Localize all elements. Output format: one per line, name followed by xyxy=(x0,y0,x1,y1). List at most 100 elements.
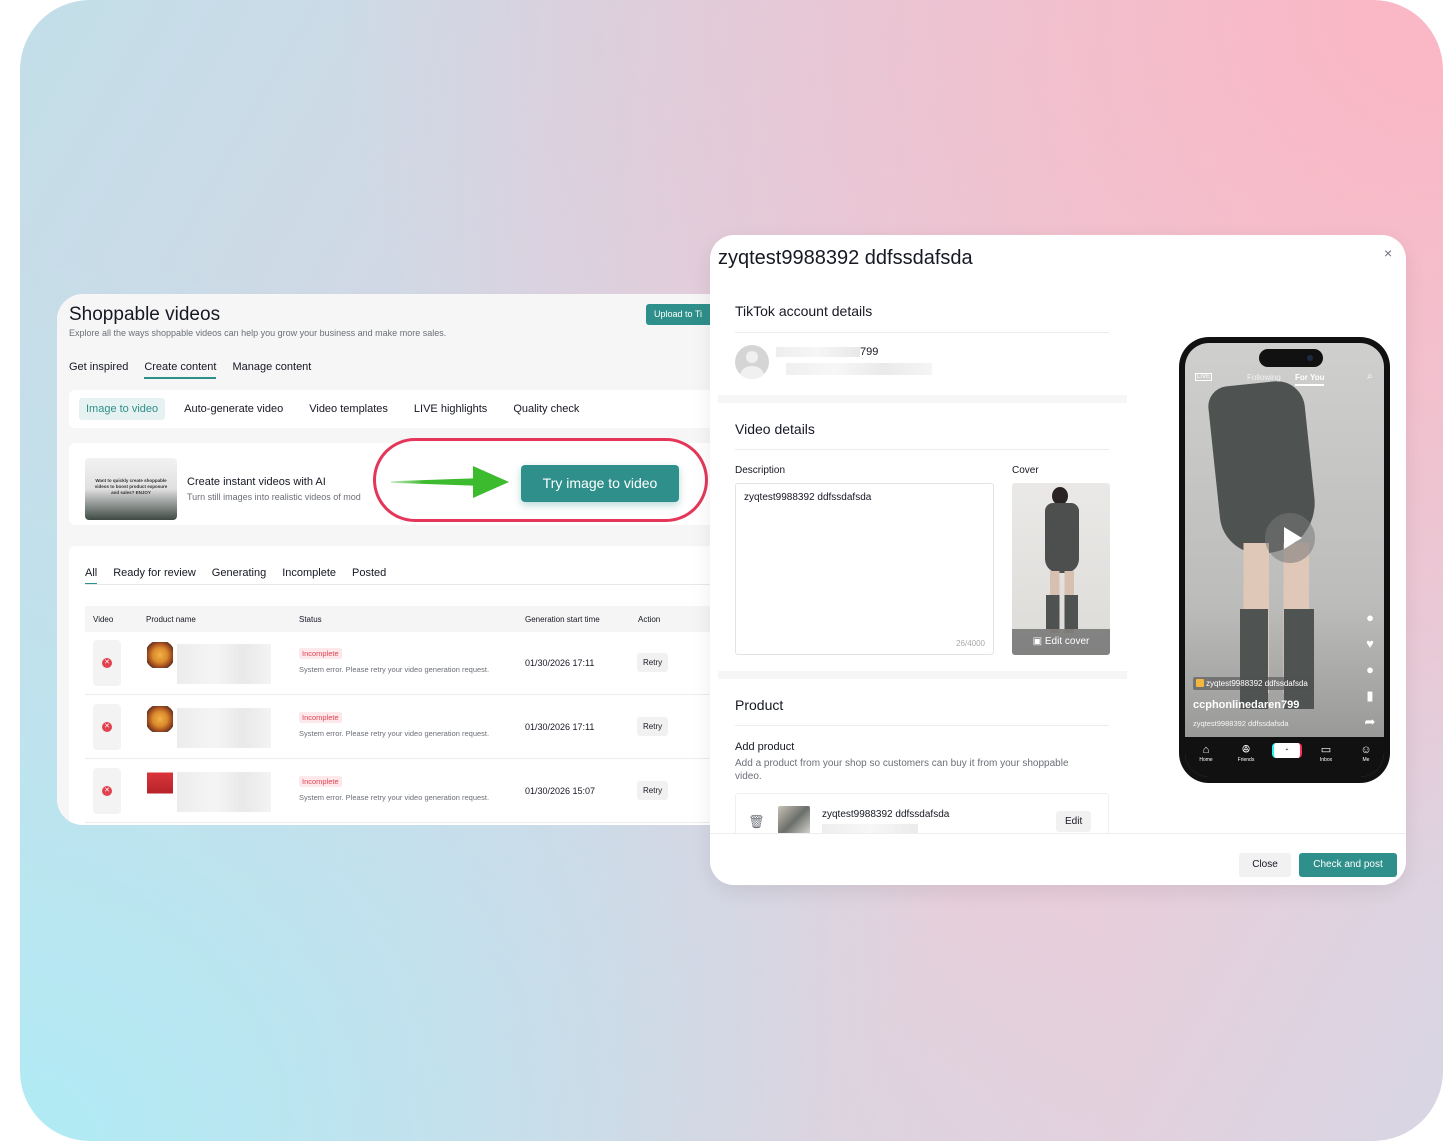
table-header: Video Product name Status Generation sta… xyxy=(85,606,725,632)
cover-model-socks xyxy=(1046,595,1078,629)
status-badge: Incomplete xyxy=(299,648,342,659)
divider xyxy=(735,725,1109,726)
status-tab-all[interactable]: All xyxy=(85,567,98,585)
phone-tab-for-you: For You xyxy=(1295,373,1325,386)
post-video-dialog: zyqtest9988392 ddfssdafsda × TikTok acco… xyxy=(710,235,1406,885)
product-thumbnail xyxy=(778,806,810,836)
subtab-auto-generate-video[interactable]: Auto-generate video xyxy=(171,398,296,420)
subtab-quality-check[interactable]: Quality check xyxy=(500,398,592,420)
image-icon: ▣ xyxy=(1032,636,1045,647)
close-button[interactable]: Close xyxy=(1239,853,1291,877)
phone-side-actions: ● ♥ ● ▮ ➦ xyxy=(1361,605,1379,735)
promo-title: Create instant videos with AI xyxy=(187,476,326,488)
error-icon: ✕ xyxy=(102,786,112,796)
product-name-redacted xyxy=(177,644,271,684)
edit-cover-label: Edit cover xyxy=(1044,636,1090,647)
phone-caption: zyqtest9988392 ddfssdafsda ccphonlinedar… xyxy=(1193,673,1363,728)
live-icon: LIVE xyxy=(1195,373,1213,381)
status-error-text: System error. Please retry your video ge… xyxy=(299,665,490,674)
dialog-footer: Close Check and post xyxy=(710,833,1406,885)
tab-manage-content[interactable]: Manage content xyxy=(232,361,311,379)
product-thumbnail xyxy=(147,642,173,668)
account-handle-redacted xyxy=(786,363,932,375)
nav-me: ☺ Me xyxy=(1351,743,1381,763)
edit-product-button[interactable]: Edit xyxy=(1056,811,1092,832)
promo-thumbnail[interactable]: Want to quickly create shoppable videos … xyxy=(85,458,177,520)
play-icon[interactable] xyxy=(1265,513,1315,563)
character-count: 26/4000 xyxy=(956,639,985,648)
nav-inbox-label: Inbox xyxy=(1319,757,1333,763)
panel-body: Shoppable videos Explore all the ways sh… xyxy=(57,294,727,825)
subtab-live-highlights[interactable]: LIVE highlights xyxy=(401,398,500,420)
video-cell[interactable]: ✕ xyxy=(93,704,121,750)
sub-tabs-bar: Image to video Auto-generate video Video… xyxy=(69,390,727,428)
phone-username: ccphonlinedaren799 xyxy=(1193,699,1300,711)
product-name-redacted xyxy=(177,708,271,748)
description-label: Description xyxy=(735,465,786,476)
account-section-title: TikTok account details xyxy=(735,303,873,319)
product-name: zyqtest9988392 ddfssdafsda xyxy=(822,809,950,820)
error-icon: ✕ xyxy=(102,722,112,732)
column-action: Action xyxy=(638,615,661,624)
heart-icon: ♥ xyxy=(1366,636,1374,651)
status-tab-generating[interactable]: Generating xyxy=(212,567,266,585)
divider xyxy=(85,584,725,585)
phone-notch xyxy=(1259,349,1323,367)
edit-cover-button[interactable]: ▣ Edit cover xyxy=(1012,629,1110,655)
cover-image[interactable]: ▣ Edit cover xyxy=(1012,483,1110,655)
table-row: ✕ Incomplete System error. Please retry … xyxy=(85,696,725,759)
table-row: ✕ Incomplete System error. Please retry … xyxy=(85,632,725,695)
account-name-redacted xyxy=(776,347,860,358)
tab-get-inspired[interactable]: Get inspired xyxy=(69,361,128,379)
close-icon[interactable]: × xyxy=(1384,245,1392,261)
video-list-card: All Ready for review Generating Incomple… xyxy=(69,546,727,825)
me-icon: ☺ xyxy=(1360,744,1372,756)
form-column: TikTok account details 799 Video details… xyxy=(718,283,1127,843)
cover-model-dress xyxy=(1045,503,1079,573)
phone-screen: LIVE Following For You ⌕ ● ♥ ● ▮ ➦ zyqte… xyxy=(1185,343,1384,777)
status-error-text: System error. Please retry your video ge… xyxy=(299,793,490,802)
generation-time: 01/30/2026 17:11 xyxy=(525,722,595,732)
check-and-post-button[interactable]: Check and post xyxy=(1299,853,1397,877)
phone-description: zyqtest9988392 ddfssdafsda xyxy=(1193,719,1289,728)
nav-home: ⌂ Home xyxy=(1191,743,1221,763)
trash-icon[interactable]: 🗑 xyxy=(748,814,765,830)
table-row: ✕ Incomplete System error. Please retry … xyxy=(85,760,725,823)
nav-friends-label: Friends xyxy=(1237,757,1255,763)
shop-icon xyxy=(1196,679,1204,687)
tab-create-content[interactable]: Create content xyxy=(144,361,217,379)
page-title: Shoppable videos xyxy=(69,304,221,325)
try-image-to-video-button[interactable]: Try image to video xyxy=(521,465,679,502)
home-icon: ⌂ xyxy=(1202,744,1210,756)
sub-tabs: Image to video Auto-generate video Video… xyxy=(79,398,592,420)
divider xyxy=(735,449,1109,450)
dialog-title: zyqtest9988392 ddfssdafsda xyxy=(718,247,973,269)
product-section-title: Product xyxy=(735,697,784,713)
column-generation-time: Generation start time xyxy=(525,615,600,624)
phone-nav-bar: ⌂ Home ꔮ Friends + ▭ Inbox ☺ Me xyxy=(1185,737,1384,777)
subtab-video-templates[interactable]: Video templates xyxy=(296,398,401,420)
search-icon: ⌕ xyxy=(1367,371,1373,382)
status-tab-ready[interactable]: Ready for review xyxy=(113,567,196,585)
description-field[interactable]: zyqtest9988392 ddfssdafsda 26/4000 xyxy=(735,483,994,655)
product-thumbnail xyxy=(147,706,173,732)
share-icon: ➦ xyxy=(1364,714,1376,729)
video-cell[interactable]: ✕ xyxy=(93,640,121,686)
nav-me-label: Me xyxy=(1362,757,1370,763)
retry-button[interactable]: Retry xyxy=(637,653,669,672)
subtab-image-to-video[interactable]: Image to video xyxy=(79,398,166,420)
top-tabs: Get inspired Create content Manage conte… xyxy=(69,361,311,379)
nav-home-label: Home xyxy=(1199,757,1213,763)
inbox-icon: ▭ xyxy=(1320,744,1332,756)
status-tab-incomplete[interactable]: Incomplete xyxy=(282,567,336,585)
video-cell[interactable]: ✕ xyxy=(93,768,121,814)
retry-button[interactable]: Retry xyxy=(637,717,669,736)
status-badge: Incomplete xyxy=(299,776,342,787)
status-tab-posted[interactable]: Posted xyxy=(352,567,386,585)
retry-button[interactable]: Retry xyxy=(637,781,669,800)
phone-product-tag: zyqtest9988392 ddfssdafsda xyxy=(1193,677,1311,690)
nav-friends: ꔮ Friends xyxy=(1231,743,1261,763)
account-section: TikTok account details 799 xyxy=(718,283,1127,395)
add-product-description: Add a product from your shop so customer… xyxy=(735,758,1069,782)
video-section-title: Video details xyxy=(735,421,815,437)
